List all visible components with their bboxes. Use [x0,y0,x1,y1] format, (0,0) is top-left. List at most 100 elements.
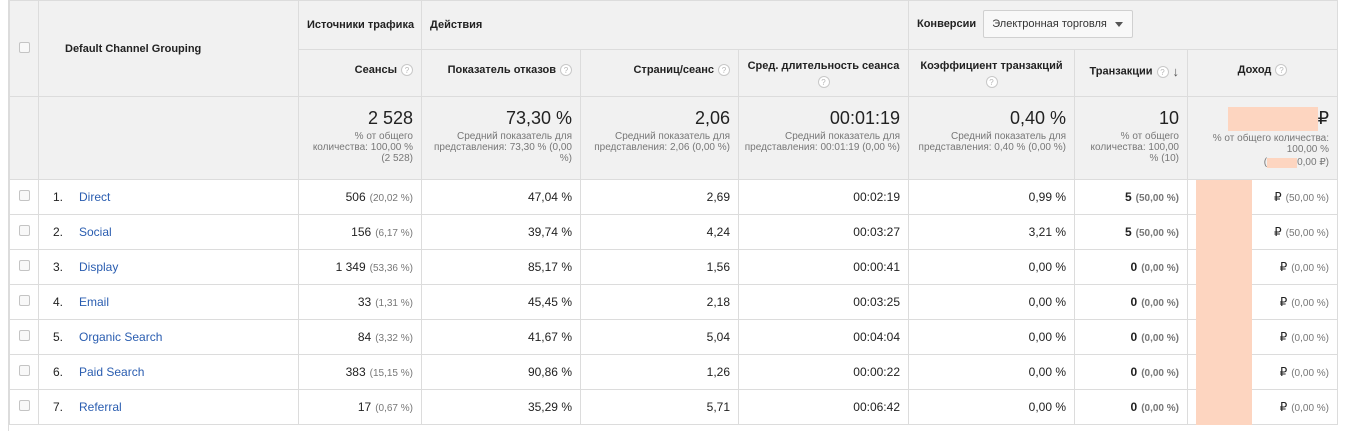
row-transactions-value: 5 [1124,190,1132,204]
row-pages: 5,71 [580,389,739,425]
select-all-checkbox[interactable] [18,41,30,53]
row-duration: 00:06:42 [738,389,909,425]
row-transactions-pct: (0,00 %) [1141,263,1179,274]
col-pages[interactable]: Страниц/сеанс? [580,49,739,97]
row-transactions: 0 (0,00 %) [1074,354,1188,390]
table-row[interactable]: 6. Paid Search 383 (15,15 %) 90,86 % 1,26 … [9,354,1339,390]
row-sessions-pct: (53,36 %) [369,263,413,274]
row-transactions-value: 0 [1130,295,1138,309]
dimension-header[interactable]: Default Channel Grouping [38,0,299,97]
row-duration: 00:02:19 [738,179,909,215]
summary-duration-sub: Средний показатель для представления: 00… [744,131,900,153]
report-table-container: Default Channel Grouping Источники трафи… [8,0,1339,431]
row-revenue-currency: ₽ [1279,365,1288,379]
row-transactions-pct: (50,00 %) [1135,193,1179,204]
row-sessions-pct: (1,31 %) [375,298,413,309]
col-conv-rate[interactable]: Коэффициент транзакций? [908,49,1075,97]
summary-transactions: 10 % от общего количества: 100,00 % (10) [1074,96,1188,180]
table-row[interactable]: 5. Organic Search 84 (3,32 %) 41,67 % 5,04… [9,319,1339,355]
row-sessions-value: 17 [357,400,372,414]
row-duration: 00:03:27 [738,214,909,250]
row-channel-link[interactable]: Display [79,260,118,274]
row-sessions-pct: (3,32 %) [375,333,413,344]
table-row[interactable]: 1. Direct 506 (20,02 %) 47,04 % 2,69 00:02… [9,179,1339,215]
select-all-cell [9,0,39,97]
col-duration[interactable]: Сред. длительность сеанса? [738,49,909,97]
group-traffic-label: Источники трафика [307,19,415,31]
row-revenue-pct: (0,00 %) [1291,368,1330,379]
row-channel-link[interactable]: Organic Search [79,330,162,344]
row-checkbox[interactable] [18,225,30,236]
table-row[interactable]: 4. Email 33 (1,31 %) 45,45 % 2,18 00:03:25… [9,284,1339,320]
col-sessions[interactable]: Сеансы? [298,49,422,97]
row-revenue-currency: ₽ [1274,190,1282,204]
help-icon[interactable]: ? [718,64,730,77]
row-conv-rate: 0,00 % [908,389,1075,425]
row-duration: 00:00:22 [738,354,909,390]
col-transactions-label: Транзакции [1089,65,1153,78]
row-revenue: ₽ (0,00 %) [1186,249,1339,285]
row-pages: 5,04 [580,319,739,355]
row-channel-link[interactable]: Paid Search [79,365,144,379]
row-duration: 00:04:04 [738,319,909,355]
conversion-type-value: Электронная торговля [992,18,1107,30]
conversion-type-dropdown[interactable]: Электронная торговля [983,10,1134,38]
help-icon[interactable]: ? [1156,65,1169,78]
help-icon[interactable]: ? [817,76,830,88]
group-actions-label: Действия [430,19,483,31]
row-sessions-value: 156 [351,225,372,239]
row-conv-rate: 0,00 % [908,354,1075,390]
table-row[interactable]: 2. Social 156 (6,17 %) 39,74 % 4,24 00:03:… [9,214,1339,250]
help-icon[interactable]: ? [401,64,413,77]
row-sessions: 383 (15,15 %) [298,354,422,390]
help-icon[interactable]: ? [985,76,998,88]
row-pages: 4,24 [580,214,739,250]
summary-revenue-sub-close: 0,00 ₽) [1297,157,1330,169]
table-row[interactable]: 3. Display 1 349 (53,36 %) 85,17 % 1,56 00… [9,249,1339,285]
row-checkbox[interactable] [18,295,30,306]
row-checkbox-cell [9,354,39,390]
summary-empty [9,96,39,180]
row-transactions-pct: (0,00 %) [1141,298,1179,309]
row-sessions-value: 1 349 [335,260,366,274]
row-channel-link[interactable]: Social [79,225,112,239]
row-sessions: 33 (1,31 %) [298,284,422,320]
row-checkbox[interactable] [18,190,30,201]
row-revenue-pct: (0,00 %) [1291,333,1330,344]
row-sessions-pct: (15,15 %) [369,368,413,379]
row-checkbox[interactable] [18,260,30,271]
row-duration: 00:00:41 [738,249,909,285]
row-checkbox[interactable] [18,400,30,411]
row-sessions-value: 506 [345,190,366,204]
row-checkbox[interactable] [18,330,30,341]
col-revenue[interactable]: Доход? [1186,49,1339,97]
summary-row: 2 528 % от общего количества: 100,00 % (… [9,96,1339,180]
col-transactions[interactable]: Транзакции? ↓ [1074,49,1188,97]
summary-pages-value: 2,06 [694,108,730,128]
redacted-value [1196,250,1252,285]
summary-bounce-value: 73,30 % [505,108,572,128]
row-conv-rate: 0,99 % [908,179,1075,215]
row-sessions: 506 (20,02 %) [298,179,422,215]
row-pages: 2,18 [580,284,739,320]
row-dimension: 1. Direct [38,179,299,215]
row-transactions-value: 0 [1130,365,1138,379]
row-channel-link[interactable]: Email [79,295,109,309]
col-pages-label: Страниц/сеанс [633,64,714,76]
sort-desc-arrow-icon[interactable]: ↓ [1173,64,1180,79]
row-transactions-value: 0 [1130,330,1138,344]
row-transactions-pct: (0,00 %) [1141,333,1179,344]
help-icon[interactable]: ? [1275,64,1288,77]
help-icon[interactable]: ? [560,64,572,77]
row-checkbox[interactable] [18,365,30,376]
group-traffic: Источники трафика [298,0,422,50]
row-channel-link[interactable]: Referral [79,400,122,414]
row-revenue-pct: (0,00 %) [1291,403,1330,414]
col-conv-rate-label: Коэффициент транзакций [920,60,1063,72]
summary-revenue: ₽ % от общего количества: 100,00 % (0,00… [1186,96,1339,180]
table-row[interactable]: 7. Referral 17 (0,67 %) 35,29 % 5,71 00:06… [9,389,1339,425]
row-channel-link[interactable]: Direct [79,190,110,204]
row-revenue-currency: ₽ [1279,295,1288,309]
col-bounce[interactable]: Показатель отказов? [421,49,581,97]
row-index: 1. [53,190,64,204]
